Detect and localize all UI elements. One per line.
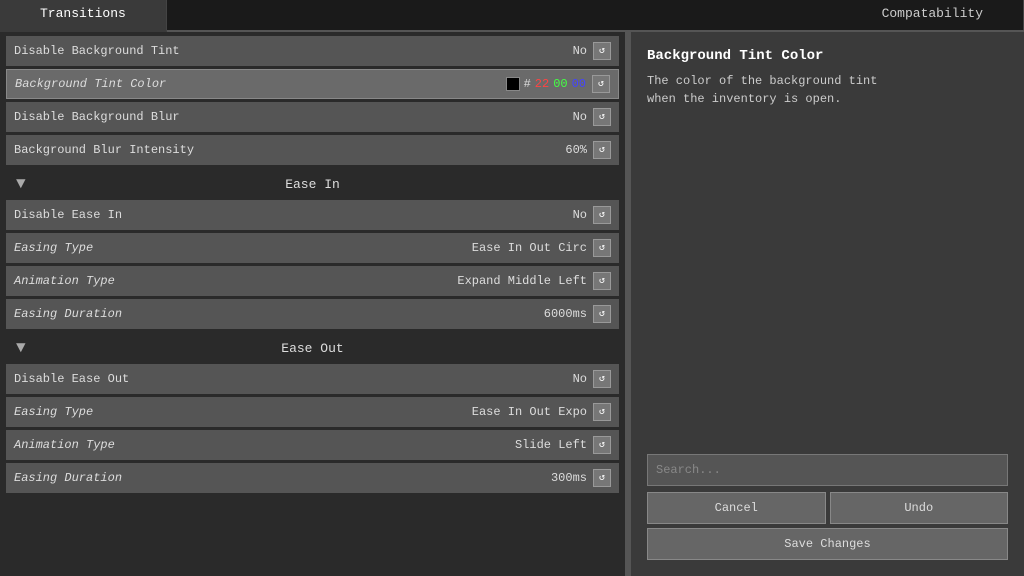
setting-value-bg-blur-intensity: 60% [565, 143, 587, 157]
setting-row-bg-tint-color[interactable]: Background Tint Color #22 00 00 ↺ [6, 69, 619, 99]
search-input[interactable] [647, 454, 1008, 486]
reset-btn-disable-bg-tint[interactable]: ↺ [593, 42, 611, 60]
color-swatch [506, 77, 520, 91]
setting-value-easing-duration-in: 6000ms [544, 307, 587, 321]
setting-value-animation-type-in: Expand Middle Left [457, 274, 587, 288]
info-title: Background Tint Color [647, 48, 1008, 64]
setting-value-disable-ease-in: No [573, 208, 587, 222]
setting-row-easing-duration-in[interactable]: Easing Duration 6000ms ↺ [6, 299, 619, 329]
save-changes-button[interactable]: Save Changes [647, 528, 1008, 560]
ease-in-header: ▼ Ease In [6, 168, 619, 200]
main-container: Transitions Compatability Disable Backgr… [0, 0, 1024, 576]
content-area: Disable Background Tint No ↺ Background … [0, 32, 1024, 576]
right-panel: Background Tint Color The color of the b… [629, 32, 1024, 576]
setting-value-animation-type-out: Slide Left [515, 438, 587, 452]
tab-compatibility[interactable]: Compatability [842, 0, 1024, 30]
setting-label-easing-type-out: Easing Type [14, 405, 472, 419]
setting-row-disable-ease-out[interactable]: Disable Ease Out No ↺ [6, 364, 619, 394]
setting-label-bg-tint-color: Background Tint Color [15, 77, 506, 91]
reset-btn-animation-type-in[interactable]: ↺ [593, 272, 611, 290]
setting-value-easing-duration-out: 300ms [551, 471, 587, 485]
reset-btn-bg-tint-color[interactable]: ↺ [592, 75, 610, 93]
setting-label-disable-bg-blur: Disable Background Blur [14, 110, 573, 124]
setting-row-animation-type-out[interactable]: Animation Type Slide Left ↺ [6, 430, 619, 460]
color-hash: # [524, 77, 531, 91]
cancel-button[interactable]: Cancel [647, 492, 826, 524]
setting-row-disable-ease-in[interactable]: Disable Ease In No ↺ [6, 200, 619, 230]
setting-label-bg-blur-intensity: Background Blur Intensity [14, 143, 565, 157]
setting-label-disable-ease-in: Disable Ease In [14, 208, 573, 222]
reset-btn-bg-blur-intensity[interactable]: ↺ [593, 141, 611, 159]
setting-row-easing-duration-out[interactable]: Easing Duration 300ms ↺ [6, 463, 619, 493]
reset-btn-animation-type-out[interactable]: ↺ [593, 436, 611, 454]
setting-value-disable-ease-out: No [573, 372, 587, 386]
reset-btn-easing-type-out[interactable]: ↺ [593, 403, 611, 421]
tab-transitions[interactable]: Transitions [0, 0, 167, 32]
ease-out-title: Ease Out [281, 341, 343, 356]
reset-btn-easing-duration-out[interactable]: ↺ [593, 469, 611, 487]
setting-row-bg-blur-intensity[interactable]: Background Blur Intensity 60% ↺ [6, 135, 619, 165]
color-b: 00 [572, 77, 586, 91]
setting-row-easing-type-out[interactable]: Easing Type Ease In Out Expo ↺ [6, 397, 619, 427]
setting-row-disable-bg-blur[interactable]: Disable Background Blur No ↺ [6, 102, 619, 132]
info-desc: The color of the background tintwhen the… [647, 72, 1008, 108]
ease-out-header: ▼ Ease Out [6, 332, 619, 364]
setting-value-disable-bg-blur: No [573, 110, 587, 124]
setting-label-disable-ease-out: Disable Ease Out [14, 372, 573, 386]
color-g: 00 [553, 77, 567, 91]
setting-row-animation-type-in[interactable]: Animation Type Expand Middle Left ↺ [6, 266, 619, 296]
setting-label-easing-duration-out: Easing Duration [14, 471, 551, 485]
setting-label-easing-type-in: Easing Type [14, 241, 472, 255]
setting-value-easing-type-in: Ease In Out Circ [472, 241, 587, 255]
reset-btn-disable-bg-blur[interactable]: ↺ [593, 108, 611, 126]
cancel-undo-row: Cancel Undo [647, 492, 1008, 524]
reset-btn-disable-ease-out[interactable]: ↺ [593, 370, 611, 388]
setting-value-disable-bg-tint: No [573, 44, 587, 58]
right-bottom: Cancel Undo Save Changes [647, 454, 1008, 560]
setting-value-bg-tint-color: #22 00 00 [506, 77, 586, 91]
setting-row-easing-type-in[interactable]: Easing Type Ease In Out Circ ↺ [6, 233, 619, 263]
setting-label-disable-bg-tint: Disable Background Tint [14, 44, 573, 58]
tab-spacer [167, 0, 842, 30]
setting-value-easing-type-out: Ease In Out Expo [472, 405, 587, 419]
color-r: 22 [535, 77, 549, 91]
setting-row-disable-bg-tint[interactable]: Disable Background Tint No ↺ [6, 36, 619, 66]
ease-in-arrow: ▼ [16, 175, 26, 193]
setting-label-animation-type-out: Animation Type [14, 438, 515, 452]
left-panel: Disable Background Tint No ↺ Background … [0, 32, 625, 576]
reset-btn-easing-duration-in[interactable]: ↺ [593, 305, 611, 323]
tab-bar: Transitions Compatability [0, 0, 1024, 32]
reset-btn-easing-type-in[interactable]: ↺ [593, 239, 611, 257]
setting-label-animation-type-in: Animation Type [14, 274, 457, 288]
reset-btn-disable-ease-in[interactable]: ↺ [593, 206, 611, 224]
ease-out-arrow: ▼ [16, 339, 26, 357]
undo-button[interactable]: Undo [830, 492, 1009, 524]
ease-in-title: Ease In [285, 177, 340, 192]
setting-label-easing-duration-in: Easing Duration [14, 307, 544, 321]
